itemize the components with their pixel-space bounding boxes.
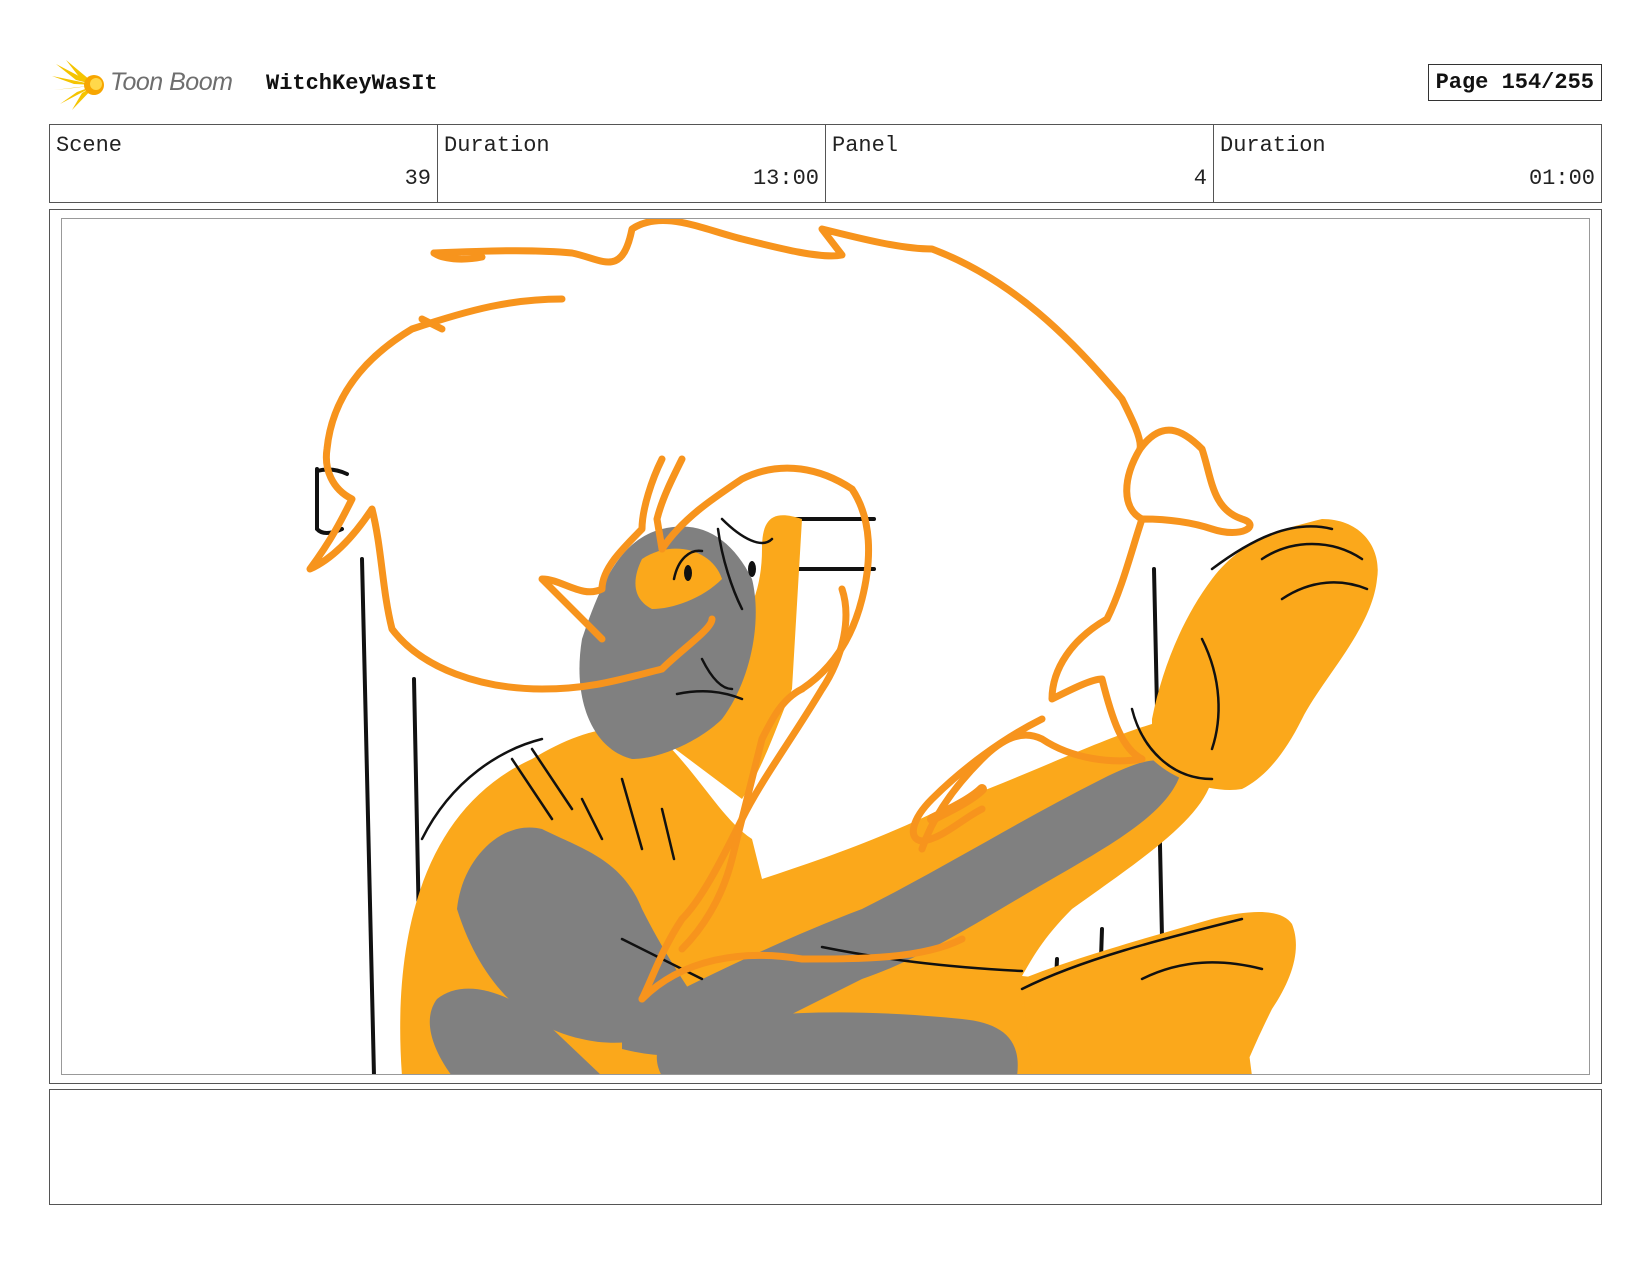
page-number: Page 154/255 <box>1427 64 1602 101</box>
panel-duration-label: Duration <box>1220 133 1326 158</box>
project-title: WitchKeyWasIt <box>266 71 438 96</box>
scene-duration-value: 13:00 <box>752 166 819 191</box>
panel-notes-box <box>49 1089 1602 1205</box>
scene-value: 39 <box>404 166 431 191</box>
scene-duration-cell: Duration 13:00 <box>438 125 826 202</box>
scene-info-table: Scene 39 Duration 13:00 Panel 4 Duration… <box>49 124 1602 203</box>
page-header: Toon Boom WitchKeyWasIt Page 154/255 <box>52 56 1602 116</box>
scene-cell: Scene 39 <box>50 125 438 202</box>
panel-duration-cell: Duration 01:00 <box>1214 125 1601 202</box>
toon-boom-brand-text: Toon Boom <box>110 68 233 96</box>
body-fill <box>400 515 1378 1074</box>
panel-cell: Panel 4 <box>826 125 1214 202</box>
panel-label: Panel <box>832 133 899 158</box>
scene-label: Scene <box>56 133 123 158</box>
storyboard-panel-frame <box>49 209 1602 1084</box>
panel-value: 4 <box>1193 166 1207 191</box>
scene-duration-label: Duration <box>444 133 550 158</box>
storyboard-sketch-illustration <box>306 219 1378 1074</box>
toon-boom-logo-icon <box>52 58 110 112</box>
panel-duration-value: 01:00 <box>1528 166 1595 191</box>
storyboard-panel-image <box>61 218 1590 1075</box>
